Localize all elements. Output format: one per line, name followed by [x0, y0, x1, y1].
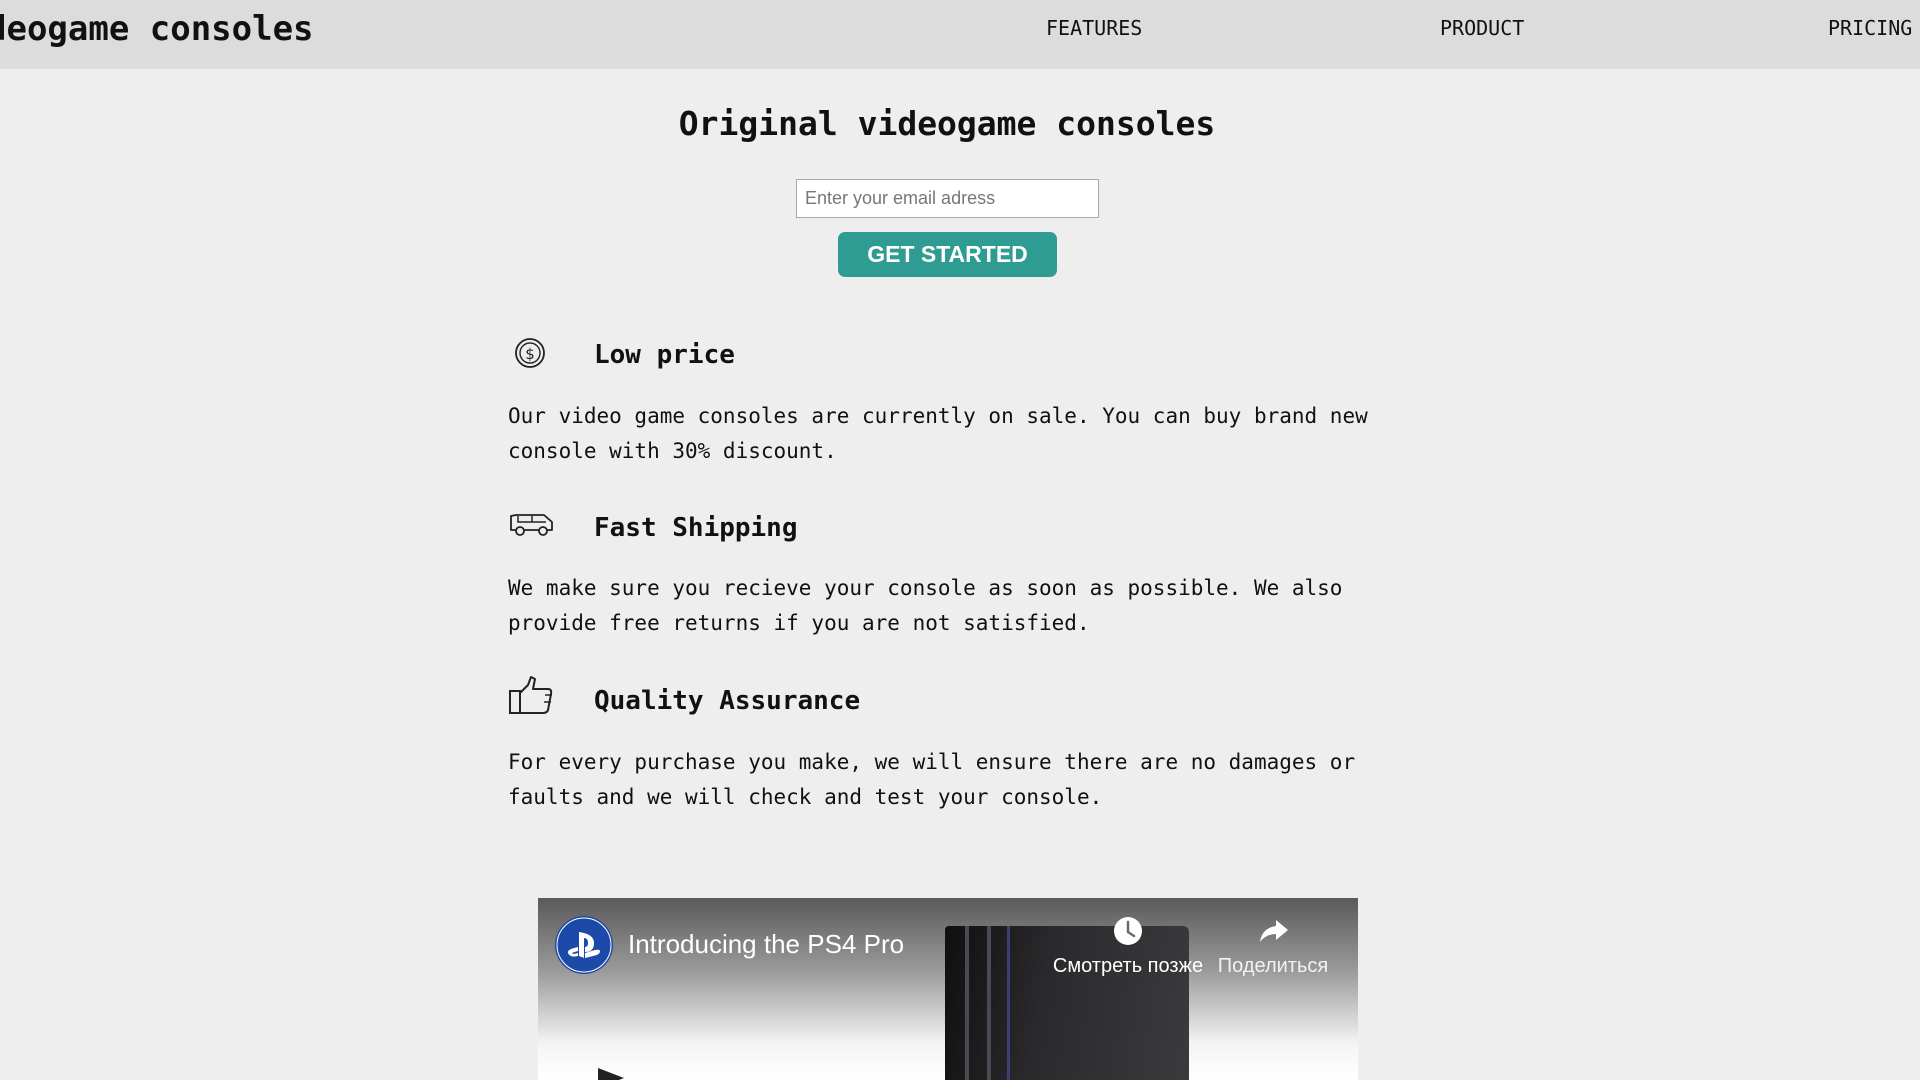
site-logo: deogame consoles — [0, 9, 314, 49]
truck-icon — [508, 504, 554, 544]
top-navbar: deogame consoles FEATURES PRODUCT PRICIN… — [0, 0, 1920, 69]
share-label: Поделиться — [1217, 955, 1329, 977]
thumbs-up-icon — [508, 675, 554, 715]
feature-description-low-price: Our video game consoles are currently on… — [508, 399, 1408, 469]
feature-title-quality-assurance: Quality Assurance — [594, 686, 861, 716]
video-title[interactable]: Introducing the PS4 Pro — [628, 929, 904, 959]
nav-link-product[interactable]: PRODUCT — [1440, 16, 1524, 40]
feature-title-low-price: Low price — [594, 340, 735, 370]
feature-description-line: console with 30% discount. — [508, 439, 837, 463]
clock-icon — [1114, 917, 1142, 945]
feature-description-line: faults and we will check and test your c… — [508, 785, 1103, 809]
watch-later-label: Смотреть позже — [1052, 955, 1204, 977]
nav-link-pricing[interactable]: PRICING — [1828, 16, 1912, 40]
feature-description-quality-assurance: For every purchase you make, we will ens… — [508, 745, 1408, 815]
feature-description-line: Our video game consoles are currently on… — [508, 404, 1368, 428]
share-arrow-icon — [1260, 920, 1288, 942]
email-input[interactable] — [796, 179, 1099, 218]
dollar-coin-icon: $ — [508, 334, 554, 374]
feature-description-line: We make sure you recieve your console as… — [508, 576, 1343, 600]
feature-description-line: provide free returns if you are not sati… — [508, 611, 1090, 635]
share-button[interactable]: Поделиться — [1188, 914, 1358, 978]
nav-link-features[interactable]: FEATURES — [1046, 16, 1142, 40]
playstation-logo-icon[interactable] — [555, 916, 613, 974]
feature-description-fast-shipping: We make sure you recieve your console as… — [508, 571, 1408, 641]
svg-text:$: $ — [525, 345, 535, 363]
feature-title-fast-shipping: Fast Shipping — [594, 513, 798, 543]
page-title: Original videogame consoles — [678, 104, 1216, 143]
get-started-button[interactable]: GET STARTED — [838, 232, 1057, 277]
play-icon[interactable] — [598, 1068, 624, 1080]
feature-description-line: For every purchase you make, we will ens… — [508, 750, 1356, 774]
video-player[interactable]: Introducing the PS4 Pro Смотреть позже П… — [538, 898, 1358, 1080]
